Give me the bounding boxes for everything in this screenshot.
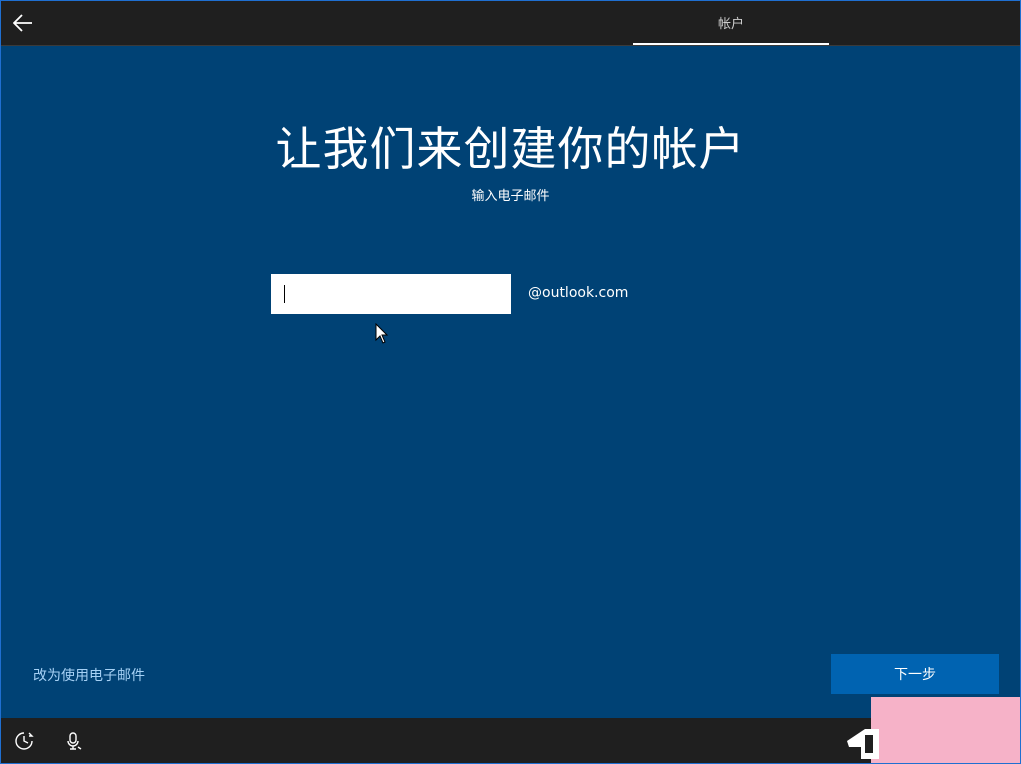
tab-account[interactable]: 帐户 [633,1,829,45]
top-bar: 帐户 [1,1,1020,46]
use-email-link[interactable]: 改为使用电子邮件 [33,665,145,685]
ease-of-access-button[interactable] [13,730,35,752]
pink-overlay [871,697,1020,763]
mouse-pointer-icon [375,323,389,344]
microphone-icon [67,732,82,750]
back-arrow-icon [13,14,32,32]
email-input[interactable] [271,274,511,314]
watermark-logo-icon [847,729,879,759]
domain-suffix: @outlook.com [528,285,629,301]
ease-of-access-icon [15,732,34,750]
page-title: 让我们来创建你的帐户 [275,122,746,176]
next-button[interactable]: 下一步 [831,654,999,694]
text-caret [284,285,285,303]
oobe-window: 帐户 让我们来创建你的帐户 输入电子邮件 @outlook.com 改为使用电子… [0,0,1021,764]
back-button[interactable] [9,9,37,37]
page-subtitle: 输入电子邮件 [471,189,550,204]
microphone-button[interactable] [63,730,85,752]
